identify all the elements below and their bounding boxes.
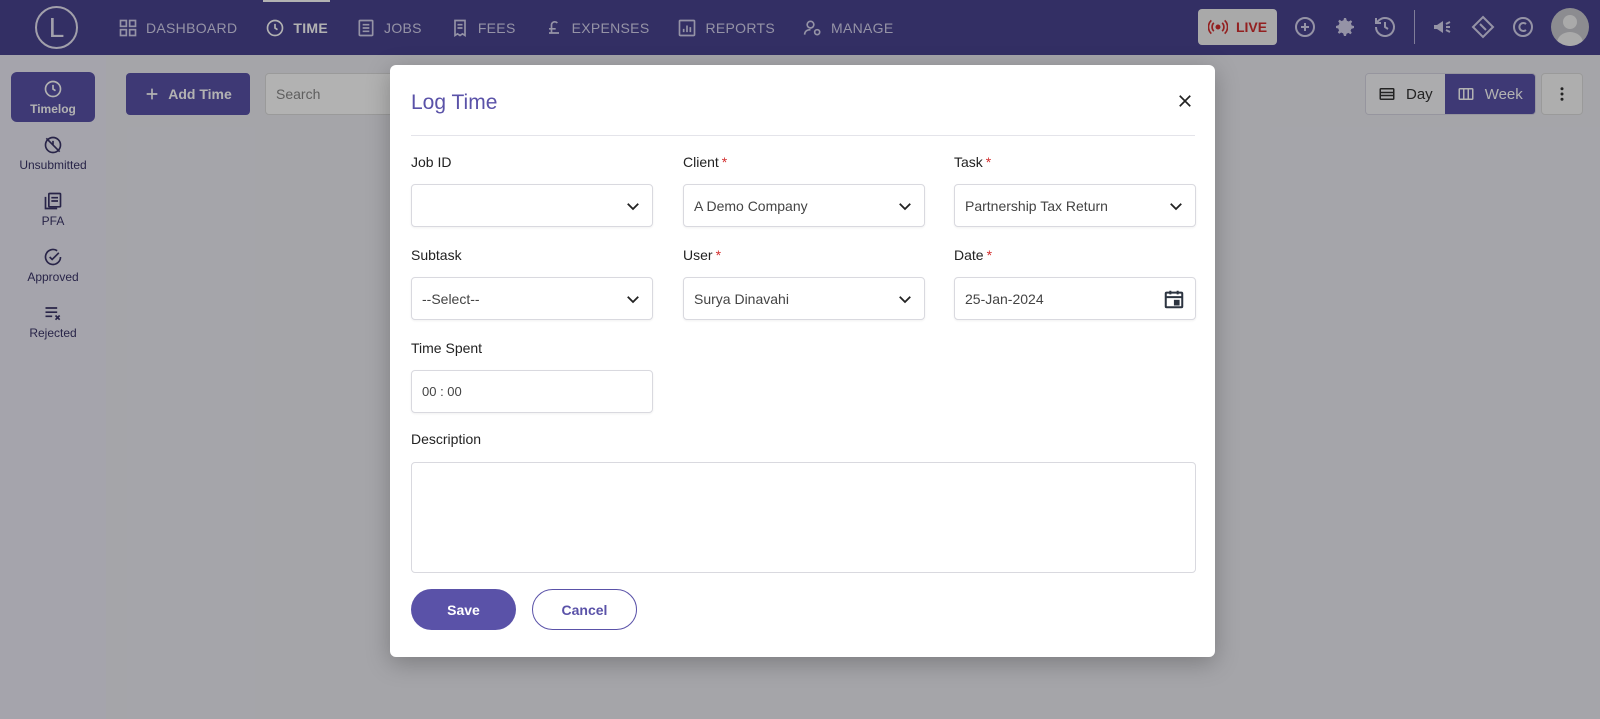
job-id-select[interactable] <box>411 184 653 227</box>
client-value: A Demo Company <box>694 197 808 214</box>
modal-divider <box>411 135 1195 136</box>
task-select[interactable]: Partnership Tax Return <box>954 184 1196 227</box>
user-value: Surya Dinavahi <box>694 290 789 307</box>
date-input[interactable]: 25-Jan-2024 <box>954 277 1196 320</box>
chevron-down-icon <box>899 295 911 303</box>
date-value: 25-Jan-2024 <box>965 290 1044 307</box>
description-textarea[interactable] <box>411 462 1196 573</box>
required-mark: * <box>986 247 993 263</box>
job-id-label: Job ID <box>411 154 452 170</box>
required-mark: * <box>721 154 728 170</box>
cancel-label: Cancel <box>561 601 608 618</box>
time-spent-input[interactable]: 00 : 00 <box>411 370 653 413</box>
user-select[interactable]: Surya Dinavahi <box>683 277 925 320</box>
client-select[interactable]: A Demo Company <box>683 184 925 227</box>
chevron-down-icon <box>627 202 639 210</box>
close-icon[interactable] <box>1173 89 1197 113</box>
task-label: Task * <box>954 154 992 170</box>
chevron-down-icon <box>1170 202 1182 210</box>
date-label: Date * <box>954 247 993 263</box>
description-label: Description <box>411 431 482 447</box>
modal-title: Log Time <box>411 91 498 114</box>
subtask-label: Subtask <box>411 247 462 263</box>
subtask-value: --Select-- <box>422 290 480 307</box>
calendar-icon[interactable] <box>1163 288 1185 310</box>
chevron-down-icon <box>899 202 911 210</box>
required-mark: * <box>715 247 722 263</box>
chevron-down-icon <box>627 295 639 303</box>
save-label: Save <box>447 601 480 618</box>
required-mark: * <box>985 154 992 170</box>
save-button[interactable]: Save <box>411 589 516 630</box>
client-label: Client * <box>683 154 728 170</box>
time-spent-label: Time Spent <box>411 340 483 356</box>
user-label: User * <box>683 247 722 263</box>
task-value: Partnership Tax Return <box>965 197 1108 214</box>
log-time-modal: Log Time Job ID Client * A Demo Company T… <box>390 65 1215 657</box>
cancel-button[interactable]: Cancel <box>532 589 637 630</box>
time-spent-value: 00 : 00 <box>422 384 462 399</box>
subtask-select[interactable]: --Select-- <box>411 277 653 320</box>
